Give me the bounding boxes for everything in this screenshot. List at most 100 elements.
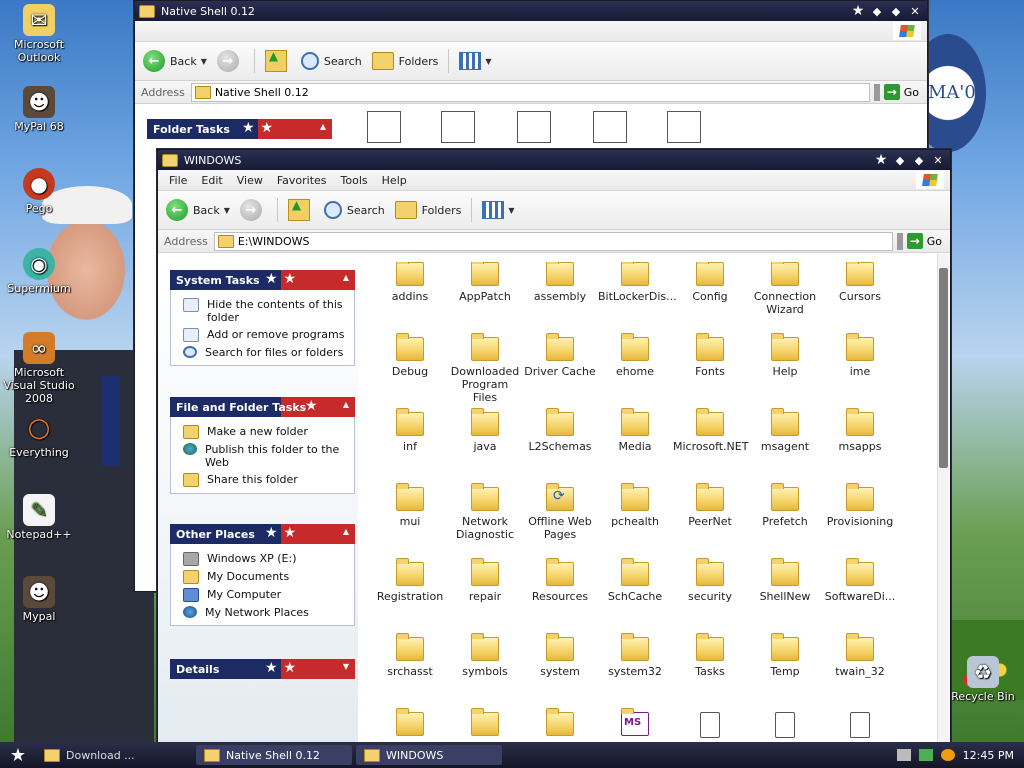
collapse-icon[interactable]: ▲ bbox=[343, 400, 349, 409]
folder-item[interactable]: assembly bbox=[523, 262, 597, 303]
desktop-icon-notepadpp[interactable]: ✎ Notepad++ bbox=[2, 494, 76, 541]
folder-item[interactable]: msagent bbox=[748, 408, 822, 453]
title-bar[interactable]: Native Shell 0.12 ★ ◆ ◆ ✕ bbox=[135, 1, 927, 21]
folders-button[interactable]: Folders bbox=[394, 201, 461, 219]
folder-item[interactable]: ehome bbox=[598, 333, 672, 378]
desktop-icon-mypal[interactable]: ☻ Mypal bbox=[2, 576, 76, 623]
application-icon[interactable] bbox=[667, 111, 701, 143]
collapse-icon[interactable]: ▲ bbox=[343, 273, 349, 282]
taskbar-item-download[interactable]: Download ... bbox=[36, 745, 192, 765]
search-icon[interactable] bbox=[940, 749, 955, 761]
application-icon[interactable] bbox=[441, 111, 475, 143]
address-dropdown[interactable] bbox=[873, 83, 880, 101]
folder-item[interactable]: java bbox=[448, 408, 522, 453]
folder-item[interactable]: pchealth bbox=[598, 483, 672, 528]
installer-icon[interactable] bbox=[367, 111, 401, 143]
application-icon[interactable] bbox=[517, 111, 551, 143]
folder-item[interactable]: Cursors bbox=[823, 262, 897, 303]
folder-item[interactable]: msapps bbox=[823, 408, 897, 453]
folder-item[interactable]: Prefetch bbox=[748, 483, 822, 528]
folder-item[interactable]: Registration bbox=[373, 558, 447, 603]
task-hide-contents[interactable]: Hide the contents of this folder bbox=[171, 296, 354, 326]
expand-icon[interactable]: ▼ bbox=[343, 662, 349, 671]
folder-item[interactable]: ShellNew bbox=[748, 558, 822, 603]
folder-item[interactable]: PeerNet bbox=[673, 483, 747, 528]
views-button[interactable]: ▼ bbox=[459, 52, 492, 70]
address-input[interactable]: E:\WINDOWS bbox=[213, 231, 893, 251]
folder-item[interactable] bbox=[448, 708, 522, 740]
task-share-folder[interactable]: Share this folder bbox=[171, 471, 354, 489]
taskbar-item-native-shell[interactable]: Native Shell 0.12 bbox=[196, 745, 352, 765]
desktop-icon-supermium[interactable]: ◉ Supermium bbox=[2, 248, 76, 295]
folder-item[interactable]: Network Diagnostic bbox=[448, 483, 522, 541]
menu-view[interactable]: View bbox=[230, 174, 270, 187]
place-my-documents[interactable]: My Documents bbox=[171, 568, 354, 586]
folder-item[interactable]: Media bbox=[598, 408, 672, 453]
search-button[interactable]: Search bbox=[300, 52, 362, 70]
folder-item[interactable]: Provisioning bbox=[823, 483, 897, 528]
folder-item[interactable]: Offline Web Pages bbox=[523, 483, 597, 541]
folder-item[interactable]: twain_32 bbox=[823, 633, 897, 678]
folder-item[interactable]: Help bbox=[748, 333, 822, 378]
folder-item[interactable]: inf bbox=[373, 408, 447, 453]
place-my-computer[interactable]: My Computer bbox=[171, 586, 354, 604]
folder-item[interactable]: Debug bbox=[373, 333, 447, 378]
other-places-header[interactable]: Other Places ★★ ▲ bbox=[170, 524, 355, 544]
folder-item[interactable]: AppPatch bbox=[448, 262, 522, 303]
address-input[interactable]: Native Shell 0.12 bbox=[190, 82, 870, 102]
task-publish-web[interactable]: Publish this folder to the Web bbox=[171, 441, 354, 471]
folder-item[interactable]: mui bbox=[373, 483, 447, 528]
menu-help[interactable]: Help bbox=[375, 174, 414, 187]
maximize-button[interactable]: ◆ bbox=[888, 3, 904, 19]
folder-item[interactable] bbox=[598, 708, 672, 740]
close-button[interactable]: ✕ bbox=[907, 3, 923, 19]
folder-item[interactable]: BitLockerDis... bbox=[598, 262, 677, 303]
folder-item[interactable]: Microsoft.NET bbox=[673, 408, 748, 453]
details-header[interactable]: Details ★★ ▼ bbox=[170, 659, 355, 679]
star-icon[interactable]: ★ bbox=[850, 3, 866, 19]
title-bar[interactable]: WINDOWS ★ ◆ ◆ ✕ bbox=[158, 150, 950, 170]
place-windows-xp-drive[interactable]: Windows XP (E:) bbox=[171, 550, 354, 568]
folder-tasks-header[interactable]: Folder Tasks ★★ ▲ bbox=[147, 119, 332, 139]
clock[interactable]: 12:45 PM bbox=[963, 749, 1014, 762]
forward-button[interactable]: → bbox=[216, 50, 244, 72]
menu-edit[interactable]: Edit bbox=[194, 174, 229, 187]
menu-favorites[interactable]: Favorites bbox=[270, 174, 334, 187]
folder-item[interactable]: addins bbox=[373, 262, 447, 303]
star-icon[interactable]: ★ bbox=[873, 152, 889, 168]
folder-item[interactable] bbox=[673, 712, 747, 742]
network-icon[interactable] bbox=[918, 749, 933, 761]
close-button[interactable]: ✕ bbox=[930, 152, 946, 168]
desktop-icon-mypal68[interactable]: ☻ MyPal 68 bbox=[2, 86, 76, 133]
folder-item[interactable]: SchCache bbox=[598, 558, 672, 603]
folder-item[interactable]: security bbox=[673, 558, 747, 603]
system-tasks-header[interactable]: System Tasks ★★ ▲ bbox=[170, 270, 355, 290]
folder-item[interactable]: Config bbox=[673, 262, 747, 303]
folder-item[interactable]: Downloaded Program Files bbox=[448, 333, 522, 404]
search-button[interactable]: Search bbox=[323, 201, 385, 219]
collapse-icon[interactable]: ▲ bbox=[320, 122, 326, 131]
folder-item[interactable]: L2Schemas bbox=[523, 408, 597, 453]
go-button[interactable]: → Go bbox=[883, 84, 919, 100]
desktop-icon-pego[interactable]: ● Pego bbox=[2, 168, 76, 215]
window-explorer[interactable]: WINDOWS ★ ◆ ◆ ✕ File Edit View Favorites… bbox=[157, 149, 951, 743]
desktop-icon-visual-studio[interactable]: ∞ Microsoft Visual Studio 2008 bbox=[2, 332, 76, 405]
desktop-icon-recycle-bin[interactable]: ♻ Recycle Bin bbox=[946, 656, 1020, 703]
menu-file[interactable]: File bbox=[162, 174, 194, 187]
taskbar-item-windows[interactable]: WINDOWS bbox=[356, 745, 502, 765]
menu-tools[interactable]: Tools bbox=[334, 174, 375, 187]
folder-item[interactable]: SoftwareDi... bbox=[823, 558, 897, 603]
installer-icon[interactable] bbox=[593, 111, 627, 143]
dropdown-arrow-icon[interactable]: ▼ bbox=[224, 206, 230, 215]
up-button[interactable] bbox=[264, 49, 291, 72]
folder-item[interactable]: srchasst bbox=[373, 633, 447, 678]
folder-item[interactable]: system32 bbox=[598, 633, 672, 678]
keyboard-icon[interactable] bbox=[896, 749, 911, 761]
folder-item[interactable]: symbols bbox=[448, 633, 522, 678]
minimize-button[interactable]: ◆ bbox=[869, 3, 885, 19]
folder-item[interactable] bbox=[373, 708, 447, 740]
folder-item[interactable] bbox=[748, 712, 822, 742]
forward-button[interactable]: → bbox=[239, 199, 267, 221]
folder-item[interactable] bbox=[523, 708, 597, 740]
folder-item[interactable]: Temp bbox=[748, 633, 822, 678]
